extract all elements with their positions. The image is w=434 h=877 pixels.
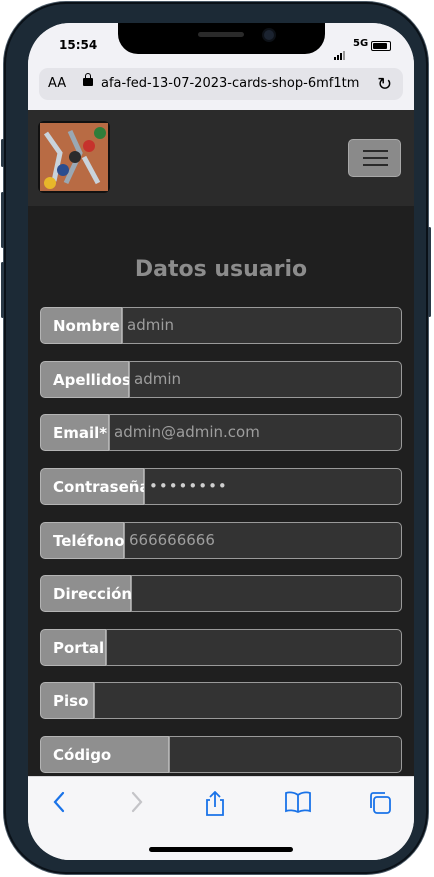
address-bar[interactable]: AA afa-fed-13-07-2023-cards-shop-6mf1tm …	[39, 68, 403, 100]
navbar	[28, 110, 414, 206]
field-nombre: Nombre admin	[40, 307, 402, 344]
field-label: Contraseña	[40, 468, 150, 505]
field-telefono: Teléfono 666666666	[40, 522, 402, 559]
url-text[interactable]: afa-fed-13-07-2023-cards-shop-6mf1tm	[101, 76, 369, 91]
direccion-input[interactable]	[131, 575, 402, 612]
menu-bar	[363, 164, 388, 166]
side-button-left-2	[1, 192, 4, 248]
screen: 15:54 5G AA afa-fed-13-07-2023-cards-sho…	[28, 23, 414, 860]
site-logo[interactable]	[40, 123, 108, 191]
text-size-button[interactable]: AA	[48, 76, 66, 91]
status-time: 15:54	[59, 38, 98, 52]
forward-icon[interactable]	[130, 791, 144, 819]
network-label: 5G	[353, 38, 369, 49]
menu-bar	[363, 157, 388, 159]
menu-bar	[363, 150, 388, 152]
notch	[118, 23, 325, 54]
field-portal: Portal	[40, 629, 402, 666]
field-piso: Piso	[40, 682, 402, 719]
field-codigo-postal: Código postal*	[40, 736, 402, 773]
reload-icon[interactable]: ↻	[377, 74, 392, 95]
field-label: Email*	[40, 414, 109, 451]
field-label: Portal	[40, 629, 106, 666]
field-label: Código postal*	[40, 736, 169, 773]
codigo-postal-input[interactable]	[169, 736, 402, 773]
signal-icon	[334, 41, 346, 60]
share-icon[interactable]	[204, 790, 226, 823]
side-button-right	[428, 227, 431, 317]
field-email: Email* admin@admin.com	[40, 414, 402, 451]
field-label: Piso	[40, 682, 94, 719]
field-apellidos: Apellidos admin	[40, 361, 402, 398]
field-label: Apellidos	[40, 361, 131, 398]
email-input[interactable]: admin@admin.com	[109, 414, 402, 451]
apellidos-input[interactable]: admin	[129, 361, 402, 398]
nombre-input[interactable]: admin	[122, 307, 402, 344]
speaker	[198, 32, 244, 37]
portal-input[interactable]	[106, 629, 402, 666]
side-button-left-1	[1, 139, 4, 167]
battery-icon	[371, 41, 391, 51]
tabs-icon[interactable]	[368, 791, 392, 821]
browser-toolbar	[28, 776, 414, 860]
lock-icon	[83, 73, 93, 86]
phone-frame: 15:54 5G AA afa-fed-13-07-2023-cards-sho…	[1, 2, 431, 874]
page-title: Datos usuario	[134, 257, 308, 282]
menu-toggle-button[interactable]	[348, 139, 401, 177]
password-input[interactable]: ••••••••	[144, 468, 402, 505]
bookmarks-icon[interactable]	[285, 791, 311, 819]
web-content: Datos usuario Nombre admin Apellidos adm…	[28, 110, 414, 776]
status-bar: 15:54 5G	[28, 23, 414, 67]
field-contrasena: Contraseña ••••••••	[40, 468, 402, 505]
home-indicator	[149, 847, 293, 852]
camera	[264, 30, 274, 40]
telefono-input[interactable]: 666666666	[124, 522, 402, 559]
side-button-left-3	[1, 262, 4, 318]
back-icon[interactable]	[52, 791, 66, 819]
field-label: Dirección	[40, 575, 132, 612]
piso-input[interactable]	[94, 682, 402, 719]
field-label: Teléfono	[40, 522, 125, 559]
field-label: Nombre	[40, 307, 122, 344]
field-direccion: Dirección	[40, 575, 402, 612]
